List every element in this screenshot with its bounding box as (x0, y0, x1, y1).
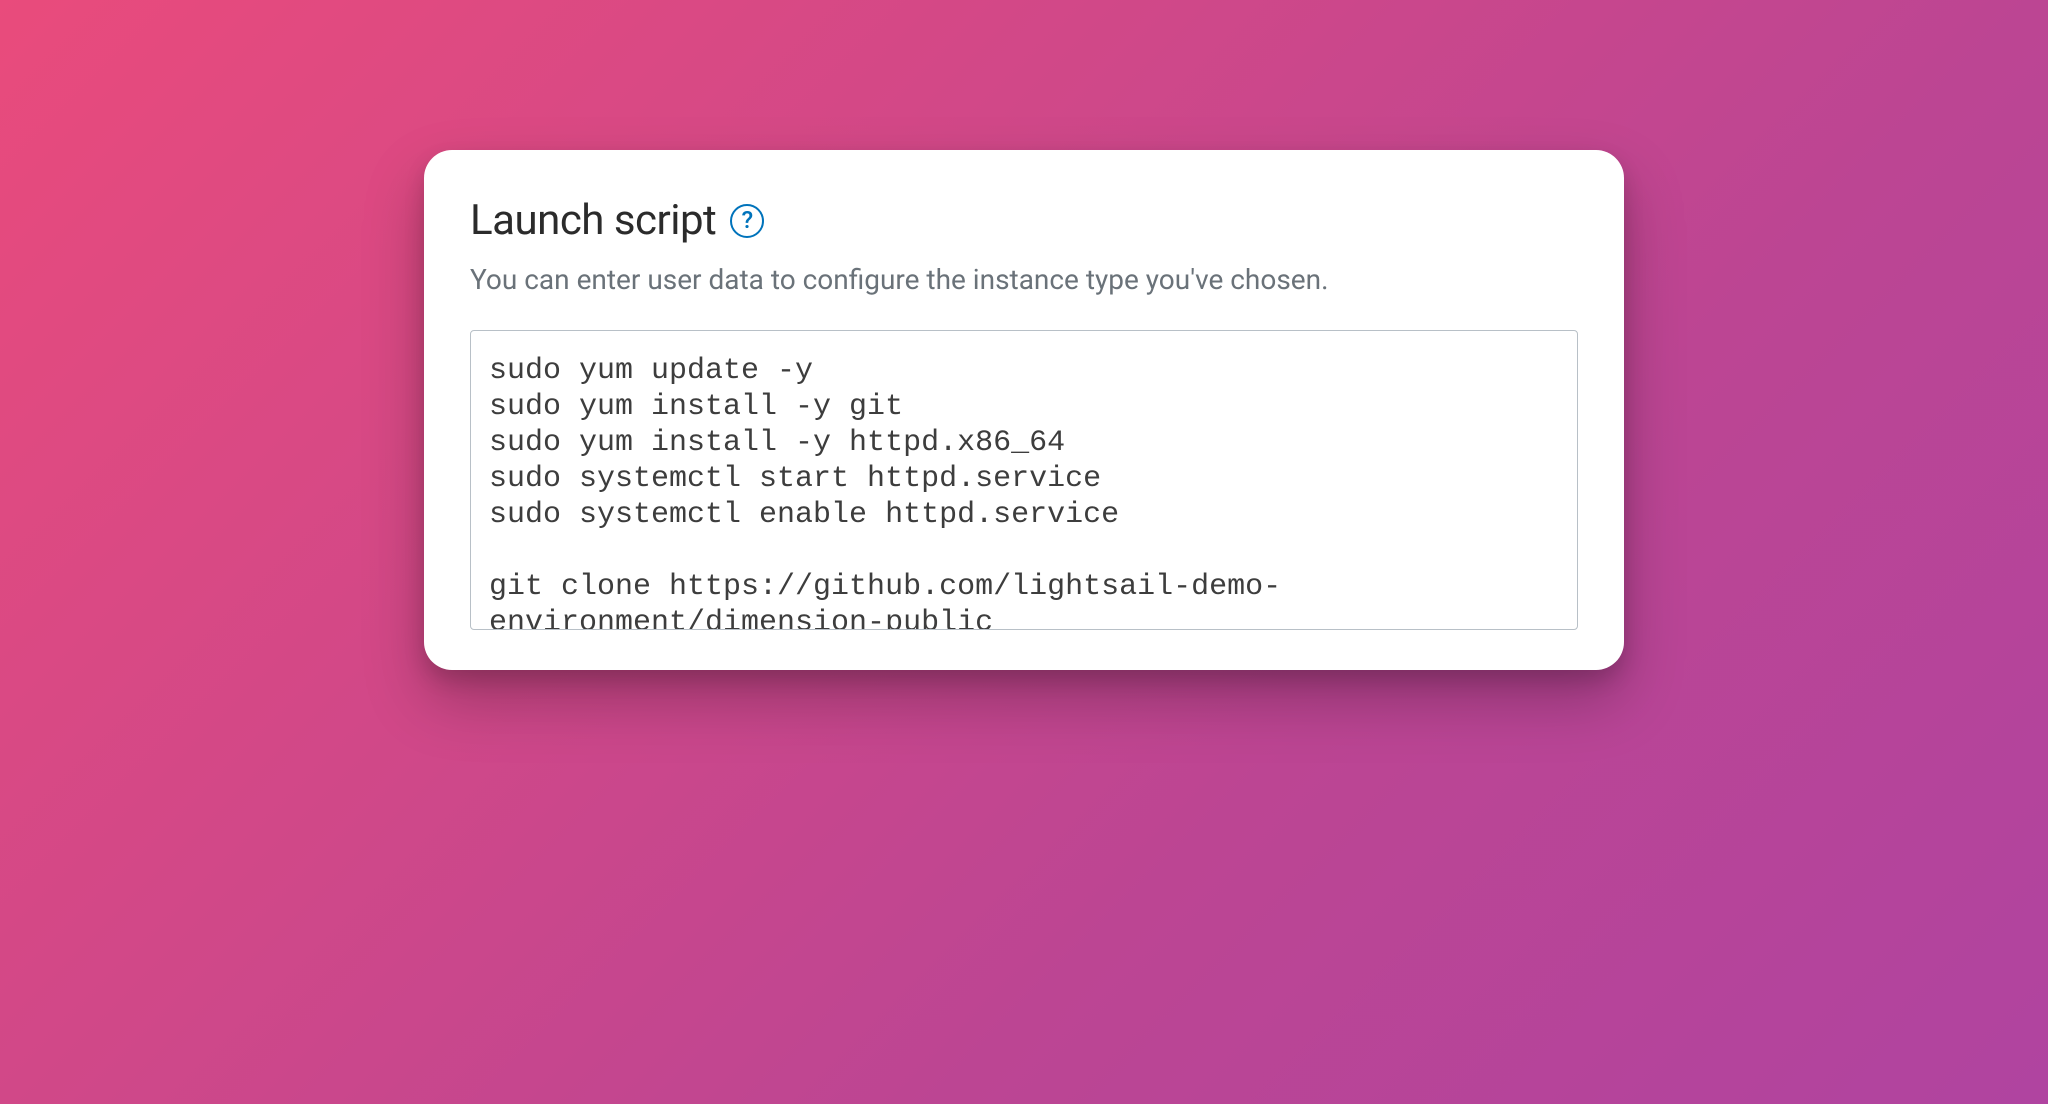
card-title: Launch script (470, 196, 716, 245)
launch-script-card: Launch script ? You can enter user data … (424, 150, 1624, 670)
launch-script-input[interactable] (470, 330, 1578, 630)
card-description: You can enter user data to configure the… (470, 263, 1578, 296)
help-icon[interactable]: ? (730, 204, 764, 238)
card-header: Launch script ? (470, 196, 1578, 245)
